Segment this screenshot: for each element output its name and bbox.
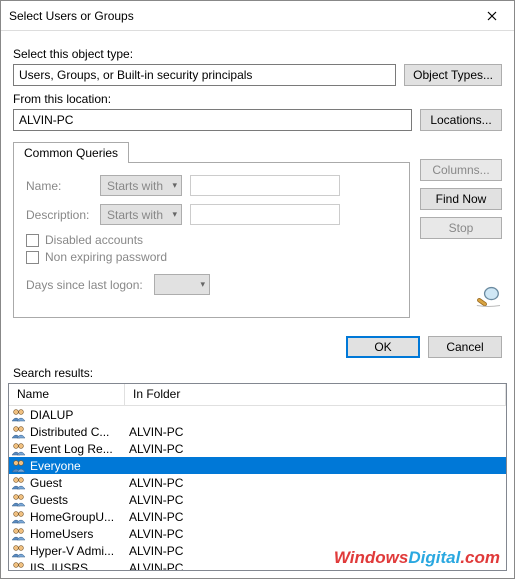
listview-body: DIALUPDistributed C...ALVIN-PCEvent Log …: [9, 406, 506, 570]
table-row[interactable]: Distributed C... ALVIN-PC: [9, 423, 506, 440]
row-name: DIALUP: [30, 408, 73, 422]
object-types-button[interactable]: Object Types...: [404, 64, 502, 86]
col-name-header[interactable]: Name: [9, 384, 125, 405]
row-name: Guests: [30, 493, 68, 507]
listview-header: Name In Folder: [9, 384, 506, 406]
group-icon: [11, 509, 27, 525]
dialog-buttons: OK Cancel: [1, 336, 502, 358]
description-label: Description:: [26, 208, 92, 222]
group-icon: [11, 526, 27, 542]
search-results-label: Search results:: [13, 366, 514, 380]
row-name: IIS_IUSRS: [30, 561, 88, 571]
days-logon-dropdown: ▾: [154, 274, 210, 295]
table-row[interactable]: HomeGroupU... ALVIN-PC: [9, 508, 506, 525]
results-listview[interactable]: Name In Folder DIALUP Distributed C... ALV…: [8, 383, 507, 571]
row-folder: ALVIN-PC: [125, 510, 506, 524]
name-label: Name:: [26, 179, 92, 193]
description-input: [190, 204, 340, 225]
disabled-accounts-checkbox: [26, 234, 39, 247]
name-input: [190, 175, 340, 196]
group-icon: [11, 475, 27, 491]
stop-button[interactable]: Stop: [420, 217, 502, 239]
chevron-down-icon: ▾: [172, 180, 177, 191]
row-name: Hyper-V Admi...: [30, 544, 114, 558]
dialog-content: Select this object type: Users, Groups, …: [1, 31, 514, 326]
object-type-label: Select this object type:: [13, 47, 502, 61]
tab-common-queries[interactable]: Common Queries: [13, 142, 129, 163]
table-row[interactable]: DIALUP: [9, 406, 506, 423]
non-expiring-checkbox: [26, 251, 39, 264]
group-icon: [11, 458, 27, 474]
group-icon: [11, 543, 27, 559]
row-name: Event Log Re...: [30, 442, 113, 456]
close-button[interactable]: [469, 1, 514, 30]
row-folder: ALVIN-PC: [125, 493, 506, 507]
watermark: WindowsDigital.com: [334, 548, 500, 568]
search-art-icon: [474, 285, 502, 312]
tab-panel: Name: Starts with ▾ Description: Starts …: [13, 162, 410, 318]
group-icon: [11, 492, 27, 508]
window-title: Select Users or Groups: [9, 9, 134, 23]
group-icon: [11, 441, 27, 457]
row-name: HomeUsers: [30, 527, 93, 541]
columns-button[interactable]: Columns...: [420, 159, 502, 181]
col-folder-header[interactable]: In Folder: [125, 384, 506, 405]
description-condition-dropdown: Starts with ▾: [100, 204, 182, 225]
ok-button[interactable]: OK: [346, 336, 420, 358]
group-icon: [11, 424, 27, 440]
find-now-button[interactable]: Find Now: [420, 188, 502, 210]
cancel-button[interactable]: Cancel: [428, 336, 502, 358]
locations-button[interactable]: Locations...: [420, 109, 502, 131]
non-expiring-label: Non expiring password: [45, 250, 167, 264]
table-row[interactable]: Guest ALVIN-PC: [9, 474, 506, 491]
table-row[interactable]: Everyone: [9, 457, 506, 474]
row-folder: ALVIN-PC: [125, 442, 506, 456]
group-icon: [11, 560, 27, 571]
table-row[interactable]: HomeUsers ALVIN-PC: [9, 525, 506, 542]
dialog-window: Select Users or Groups Select this objec…: [0, 0, 515, 579]
row-folder: ALVIN-PC: [125, 527, 506, 541]
object-type-field: Users, Groups, or Built-in security prin…: [13, 64, 396, 86]
row-name: Distributed C...: [30, 425, 109, 439]
close-icon: [487, 11, 497, 21]
chevron-down-icon: ▾: [172, 209, 177, 220]
days-logon-label: Days since last logon:: [26, 278, 146, 292]
table-row[interactable]: Event Log Re... ALVIN-PC: [9, 440, 506, 457]
row-name: Everyone: [30, 459, 81, 473]
from-location-label: From this location:: [13, 92, 502, 106]
table-row[interactable]: Guests ALVIN-PC: [9, 491, 506, 508]
chevron-down-icon: ▾: [200, 279, 205, 290]
row-folder: ALVIN-PC: [125, 425, 506, 439]
name-condition-dropdown: Starts with ▾: [100, 175, 182, 196]
title-bar: Select Users or Groups: [1, 1, 514, 31]
group-icon: [11, 407, 27, 423]
location-field: ALVIN-PC: [13, 109, 412, 131]
row-name: HomeGroupU...: [30, 510, 114, 524]
row-name: Guest: [30, 476, 62, 490]
disabled-accounts-label: Disabled accounts: [45, 233, 143, 247]
row-folder: ALVIN-PC: [125, 476, 506, 490]
